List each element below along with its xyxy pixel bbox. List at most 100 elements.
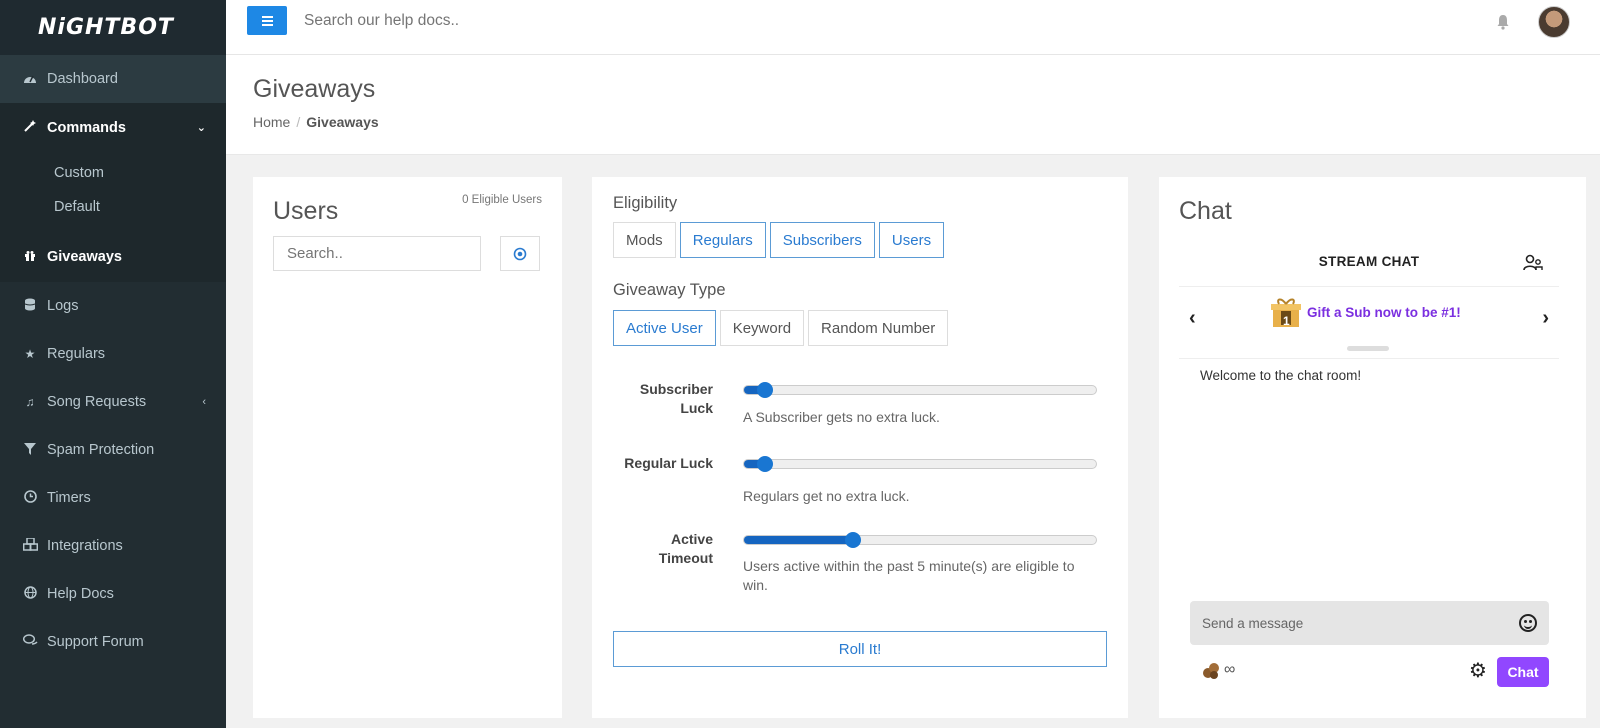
- gift-sub-link[interactable]: Gift a Sub now to be #1!: [1307, 305, 1461, 320]
- slider-handle[interactable]: [757, 456, 774, 472]
- emoji-icon[interactable]: [1519, 614, 1537, 632]
- slider-fill: [744, 536, 854, 544]
- chat-message-input[interactable]: Send a message: [1190, 601, 1549, 645]
- sidebar-item-giveaways[interactable]: Giveaways: [0, 232, 226, 282]
- hamburger-icon: [261, 15, 273, 18]
- eligible-users-count: 0 Eligible Users: [462, 194, 542, 206]
- giveaway-type-options: Active User Keyword Random Number: [613, 310, 949, 346]
- slider-handle[interactable]: [757, 382, 774, 398]
- banner-collapse-handle[interactable]: [1347, 346, 1389, 351]
- filter-icon: [22, 442, 38, 458]
- menu-toggle-button[interactable]: [247, 6, 287, 35]
- page-header: Giveaways Home / Giveaways: [226, 55, 1600, 155]
- breadcrumb-current: Giveaways: [306, 114, 379, 130]
- type-keyword-button[interactable]: Keyword: [719, 310, 805, 346]
- gift-icon: [22, 250, 38, 265]
- sidebar-item-label: Timers: [47, 490, 91, 506]
- breadcrumb: Home / Giveaways: [253, 114, 379, 130]
- clock-icon: [22, 490, 38, 506]
- eligibility-subscribers-button[interactable]: Subscribers: [769, 222, 875, 258]
- chevron-right-icon[interactable]: ›: [1542, 307, 1549, 330]
- bell-icon[interactable]: [1496, 14, 1510, 30]
- chevron-left-icon: ‹: [202, 396, 206, 408]
- sidebar-item-logs[interactable]: Logs: [0, 282, 226, 330]
- slider-help-text: A Subscriber gets no extra luck.: [743, 409, 940, 425]
- users-search-input[interactable]: [273, 236, 481, 271]
- globe-icon: [22, 586, 38, 602]
- eligibility-users-button[interactable]: Users: [878, 222, 945, 258]
- sidebar-item-label: Integrations: [47, 538, 123, 554]
- eligibility-mods-button[interactable]: Mods: [613, 222, 676, 258]
- help-search-input[interactable]: [304, 12, 704, 30]
- sidebar-item-commands[interactable]: Commands ⌄: [0, 103, 226, 152]
- gift-sub-banner: ‹ 1 Gift a Sub now to be #1! ›: [1179, 287, 1559, 359]
- active-timeout-slider[interactable]: [743, 532, 1097, 548]
- sidebar-item-label: Giveaways: [47, 249, 122, 265]
- stream-chat-label: STREAM CHAT: [1318, 254, 1420, 269]
- subscriber-luck-slider[interactable]: [743, 382, 1097, 398]
- topbar: [226, 0, 1600, 55]
- sidebar-item-regulars[interactable]: ★ Regulars: [0, 330, 226, 378]
- users-panel: Users 0 Eligible Users: [253, 177, 562, 718]
- gift-badge: 1: [1283, 314, 1290, 328]
- sidebar-item-song-requests[interactable]: ♫ Song Requests ‹: [0, 378, 226, 426]
- sidebar: NiGHTBOT Dashboard Commands ⌄ Custom Def…: [0, 0, 226, 728]
- bits-icon[interactable]: [1202, 662, 1220, 680]
- chevron-left-icon[interactable]: ‹: [1189, 307, 1196, 330]
- message-placeholder: Send a message: [1202, 615, 1304, 631]
- sidebar-item-label: Regulars: [47, 346, 106, 362]
- slider-handle[interactable]: [845, 532, 862, 548]
- slider-help-text: Regulars get no extra luck.: [743, 488, 910, 504]
- gear-icon[interactable]: ⚙: [1469, 661, 1487, 681]
- roll-it-button[interactable]: Roll It!: [613, 631, 1107, 667]
- users-icon[interactable]: [1523, 254, 1543, 272]
- sidebar-item-label: Default: [54, 199, 100, 215]
- chat-title: Chat: [1179, 197, 1232, 225]
- eligibility-options: Mods Regulars Subscribers Users: [613, 222, 945, 258]
- wand-icon: [22, 119, 38, 136]
- sidebar-item-label: Logs: [47, 298, 79, 314]
- chat-send-button[interactable]: Chat: [1497, 657, 1549, 687]
- target-icon: [513, 247, 527, 260]
- sidebar-item-label: Custom: [54, 165, 104, 181]
- sidebar-item-dashboard[interactable]: Dashboard: [0, 55, 226, 103]
- chat-panel: Chat STREAM CHAT ‹ 1 Gift a Sub now to b…: [1159, 177, 1586, 718]
- sidebar-item-spam-protection[interactable]: Spam Protection: [0, 426, 226, 474]
- database-icon: [22, 298, 38, 314]
- sidebar-item-help-docs[interactable]: Help Docs: [0, 570, 226, 618]
- sidebar-item-label: Commands: [47, 119, 126, 136]
- sidebar-item-label: Help Docs: [47, 586, 114, 602]
- sidebar-item-support-forum[interactable]: Support Forum: [0, 618, 226, 666]
- sidebar-item-integrations[interactable]: Integrations: [0, 522, 226, 570]
- cubes-icon: [22, 537, 38, 554]
- type-active-user-button[interactable]: Active User: [613, 310, 716, 346]
- breadcrumb-home[interactable]: Home: [253, 114, 290, 130]
- giveaway-type-label: Giveaway Type: [613, 281, 726, 299]
- logo-text: NiGHTBOT: [38, 15, 174, 40]
- comments-icon: [22, 634, 38, 650]
- slider-label: Regular Luck: [624, 455, 713, 471]
- page-title: Giveaways: [253, 75, 376, 103]
- music-icon: ♫: [25, 395, 35, 409]
- slider-label: Active Timeout: [658, 531, 713, 566]
- sidebar-item-timers[interactable]: Timers: [0, 474, 226, 522]
- type-random-number-button[interactable]: Random Number: [808, 310, 949, 346]
- dashboard-icon: [22, 72, 38, 87]
- stream-chat-header: STREAM CHAT: [1179, 237, 1559, 287]
- sidebar-item-label: Dashboard: [47, 71, 118, 87]
- logo[interactable]: NiGHTBOT: [0, 0, 226, 55]
- sidebar-item-label: Spam Protection: [47, 442, 155, 458]
- users-title: Users: [273, 197, 339, 225]
- eligibility-label: Eligibility: [613, 194, 678, 212]
- star-icon: ★: [24, 347, 36, 361]
- eligibility-regulars-button[interactable]: Regulars: [679, 222, 766, 258]
- giveaway-settings-panel: Eligibility Mods Regulars Subscribers Us…: [592, 177, 1128, 718]
- chevron-down-icon: ⌄: [196, 122, 206, 134]
- sidebar-item-custom[interactable]: Custom: [0, 156, 226, 190]
- slider-help-text: Users active within the past 5 minute(s)…: [743, 558, 1075, 593]
- regular-luck-slider[interactable]: [743, 456, 1097, 472]
- locate-user-button[interactable]: [500, 236, 540, 271]
- avatar[interactable]: [1538, 6, 1570, 38]
- sidebar-item-label: Support Forum: [47, 634, 144, 650]
- sidebar-item-default[interactable]: Default: [0, 190, 226, 224]
